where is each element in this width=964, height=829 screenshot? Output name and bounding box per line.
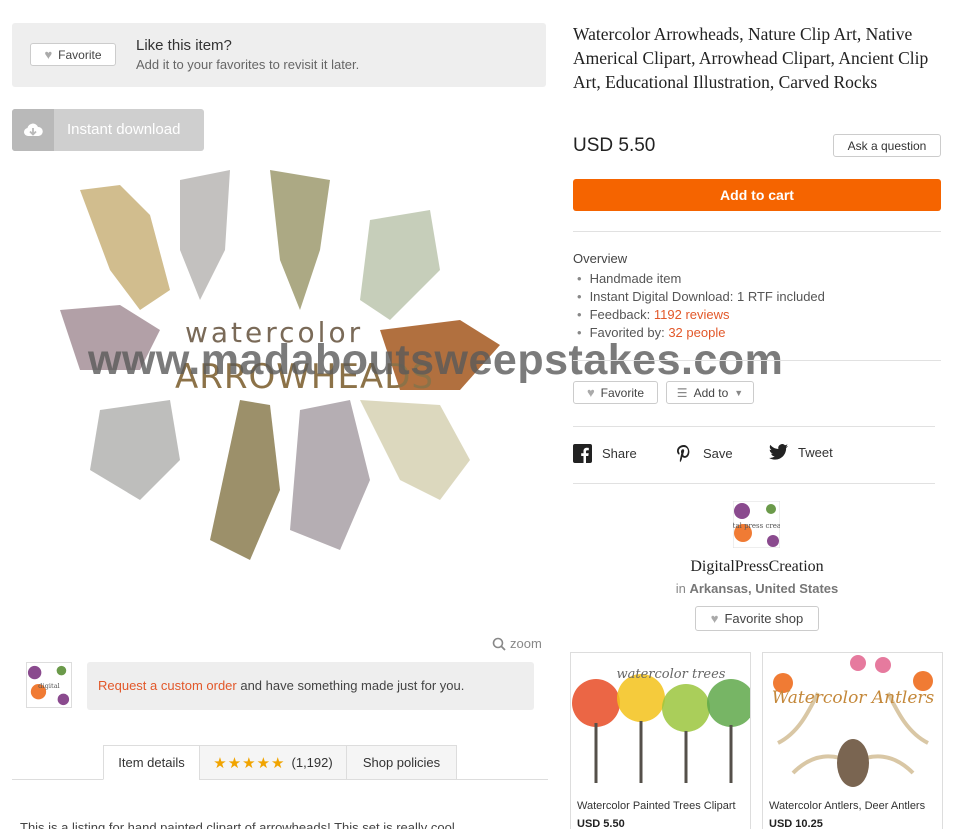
svg-text:digital: digital <box>38 682 60 690</box>
in-label: in <box>675 581 690 596</box>
instant-download-label: Instant download <box>67 121 181 138</box>
request-custom-order-link[interactable]: Request a custom order <box>98 678 237 693</box>
add-to-cart-button[interactable]: Add to cart <box>573 179 941 211</box>
shop-location: in Arkansas, United States <box>573 581 941 596</box>
related-image-text: watercolor trees <box>617 667 726 682</box>
divider <box>573 483 935 484</box>
instant-download-button[interactable]: Instant download <box>12 109 204 151</box>
star-rating-icon: ★★★★★ <box>213 754 286 772</box>
related-item-image: watercolor trees <box>571 653 750 795</box>
divider <box>573 426 935 427</box>
favorited-link[interactable]: 32 people <box>668 325 725 340</box>
twitter-tweet-button[interactable]: Tweet <box>769 444 833 460</box>
pinterest-icon <box>677 445 690 463</box>
listing-title: Watercolor Arrowheads, Nature Clip Art, … <box>573 24 929 92</box>
related-item-price: USD 5.50 <box>577 818 625 829</box>
like-subtitle: Add it to your favorites to revisit it l… <box>136 57 360 72</box>
location-value: Arkansas, United States <box>689 581 839 596</box>
shop-logo-text: digital press creation <box>733 522 780 530</box>
related-item-card[interactable]: Watercolor Antlers Watercolor Antlers, D… <box>762 652 943 829</box>
shop-avatar-small[interactable]: digital <box>26 662 72 708</box>
custom-order-rest: and have something made just for you. <box>236 678 465 693</box>
facebook-share-button[interactable]: Share <box>573 444 637 463</box>
overview-heading: Overview <box>573 251 628 266</box>
tab-reviews[interactable]: ★★★★★ (1,192) <box>199 745 347 780</box>
custom-order-box: Request a custom order and have somethin… <box>87 662 534 710</box>
description-text: This is a listing for hand painted clipa… <box>20 820 455 829</box>
related-item-price: USD 10.25 <box>769 818 823 829</box>
related-item-image: Watercolor Antlers <box>763 653 942 795</box>
divider <box>573 231 941 232</box>
listing-price: USD 5.50 <box>573 135 656 156</box>
ask-question-button[interactable]: Ask a question <box>833 134 941 157</box>
favorited-label: Favorited by: <box>589 325 669 340</box>
facebook-icon <box>573 444 592 463</box>
tweet-label: Tweet <box>798 444 833 460</box>
twitter-icon <box>769 444 788 460</box>
custom-order-text: Request a custom order and have somethin… <box>98 678 464 693</box>
shop-logo[interactable]: digital press creation <box>733 501 780 548</box>
list-item: Favorited by: 32 people <box>577 324 825 342</box>
shop-name[interactable]: DigitalPressCreation <box>573 558 941 576</box>
related-item-card[interactable]: watercolor trees Watercolor Painted Tree… <box>570 652 751 829</box>
related-image-text: Watercolor Antlers <box>772 688 935 708</box>
like-title: Like this item? <box>136 37 232 54</box>
list-item: Instant Digital Download: 1 RTF included <box>577 288 825 306</box>
list-item: Handmade item <box>577 270 825 288</box>
overview-list: Handmade item Instant Digital Download: … <box>577 270 825 342</box>
share-label: Share <box>602 446 637 461</box>
save-label: Save <box>703 446 733 461</box>
list-icon: ☰ <box>676 385 688 400</box>
favorite-button[interactable]: ♥ Favorite <box>573 381 658 404</box>
reviews-count: (1,192) <box>291 755 333 770</box>
favorite-label: Favorite <box>58 47 102 62</box>
zoom-button[interactable]: zoom <box>492 636 542 651</box>
divider <box>573 360 941 361</box>
magnifier-icon <box>492 637 506 651</box>
feedback-link[interactable]: 1192 reviews <box>654 307 730 322</box>
related-item-title: Watercolor Painted Trees Clipart <box>577 800 736 812</box>
favorite-label: Favorite <box>600 385 645 400</box>
related-item-title: Watercolor Antlers, Deer Antlers <box>769 800 926 812</box>
list-item: Feedback: 1192 reviews <box>577 306 825 324</box>
heart-icon: ♥ <box>44 47 53 62</box>
feedback-label: Feedback: <box>589 307 654 322</box>
add-to-list-button[interactable]: ☰ Add to ▼ <box>666 381 754 404</box>
cloud-download-icon <box>12 109 54 151</box>
favorite-item-button[interactable]: ♥ Favorite <box>30 43 116 66</box>
tab-shop-policies[interactable]: Shop policies <box>346 745 457 780</box>
zoom-label: zoom <box>510 636 542 651</box>
add-to-label: Add to <box>693 385 729 400</box>
favorite-shop-button[interactable]: ♥ Favorite shop <box>695 606 819 631</box>
heart-icon: ♥ <box>710 611 719 626</box>
tab-item-details[interactable]: Item details <box>103 745 200 780</box>
favorite-shop-label: Favorite shop <box>724 611 804 626</box>
pinterest-save-button[interactable]: Save <box>675 444 733 463</box>
heart-icon: ♥ <box>586 385 595 400</box>
chevron-down-icon: ▼ <box>734 387 744 398</box>
